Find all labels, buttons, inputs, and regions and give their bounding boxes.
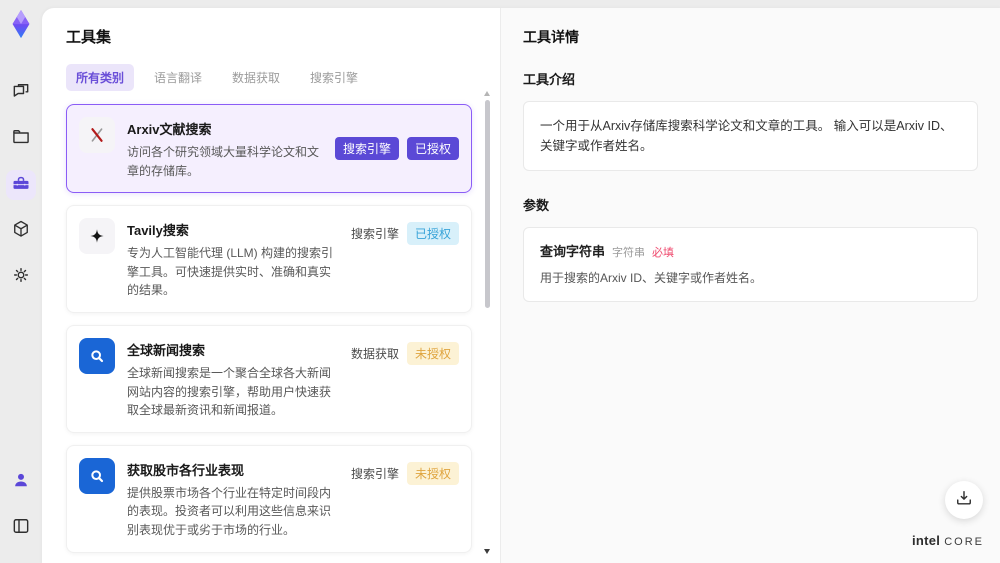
category-badge: 搜索引擎: [334, 137, 399, 161]
tool-description: 专为人工智能代理 (LLM) 构建的搜索引擎工具。可快速提供实时、准确和真实的结…: [127, 246, 334, 298]
arxiv-icon: [79, 117, 115, 153]
tool-name: 全球新闻搜索: [127, 342, 206, 358]
auth-status-badge: 未授权: [406, 461, 459, 485]
tool-name: Arxiv文献搜索: [127, 122, 212, 137]
category-tabs: 所有类别 语言翻译 数据获取 搜索引擎: [66, 64, 472, 91]
sidebar-item-settings[interactable]: [6, 262, 36, 292]
param-type: 字符串: [612, 247, 646, 259]
scrollbar-thumb[interactable]: [485, 100, 490, 308]
tool-name: 获取股市各行业表现: [127, 462, 245, 478]
download-button[interactable]: [945, 481, 983, 519]
intro-text: 一个用于从Arxiv存储库搜索科学论文和文章的工具。 输入可以是Arxiv ID…: [523, 101, 978, 171]
tab-data-fetch[interactable]: 数据获取: [222, 64, 290, 91]
auth-status-badge: 已授权: [406, 222, 459, 246]
chat-icon: [11, 81, 31, 106]
tool-card-global-news[interactable]: 全球新闻搜索 全球新闻搜索是一个聚合全球各大新闻网站内容的搜索引擎，帮助用户快速…: [66, 324, 472, 433]
category-label: 搜索引擎: [350, 227, 399, 242]
parameter-item: 查询字符串 字符串 必填 用于搜索的Arxiv ID、关键字或作者姓名。: [523, 227, 978, 302]
tool-list-panel: 工具集 所有类别 语言翻译 数据获取 搜索引擎 Arxiv文献搜索 访问各个研究…: [42, 8, 500, 563]
rail-bottom-group: [6, 459, 36, 551]
user-icon: [11, 470, 31, 495]
params-heading: 参数: [523, 198, 550, 213]
sidebar-item-files[interactable]: [6, 124, 36, 154]
tool-description: 访问各个研究领域大量科学论文和文章的存储库。: [127, 145, 320, 178]
sidebar-item-panel-toggle[interactable]: [6, 513, 36, 543]
tool-card-list: Arxiv文献搜索 访问各个研究领域大量科学论文和文章的存储库。 搜索引擎 已授…: [66, 104, 472, 563]
brand-core-text: core: [944, 536, 984, 548]
search-blue-icon: [79, 337, 115, 374]
toolbox-icon: [11, 173, 31, 198]
brand-intel-text: intel: [911, 533, 941, 548]
category-label: 数据获取: [350, 346, 399, 361]
download-icon: [954, 488, 974, 513]
intro-heading: 工具介绍: [523, 72, 576, 87]
app-window: 工具集 所有类别 语言翻译 数据获取 搜索引擎 Arxiv文献搜索 访问各个研究…: [0, 0, 1000, 563]
tool-detail-panel: 工具详情 工具介绍 一个用于从Arxiv存储库搜索科学论文和文章的工具。 输入可…: [500, 8, 1000, 563]
sidebar-item-tools[interactable]: [6, 170, 36, 200]
sidebar-item-packages[interactable]: [6, 216, 36, 246]
detail-title: 工具详情: [523, 29, 579, 45]
param-required-badge: 必填: [652, 247, 675, 259]
left-rail: [0, 0, 42, 563]
tab-search-engine[interactable]: 搜索引擎: [300, 64, 368, 91]
tab-language-translation[interactable]: 语言翻译: [144, 64, 212, 91]
app-logo-gem-icon: [6, 8, 36, 40]
panel-toggle-icon: [11, 516, 31, 541]
cube-icon: [11, 219, 31, 244]
list-scrollbar[interactable]: [484, 91, 490, 554]
sidebar-item-account[interactable]: [6, 467, 36, 497]
tool-card-sector-performance[interactable]: 获取股市各行业表现 提供股票市场各个行业在特定时间段内的表现。投资者可以利用这些…: [66, 444, 472, 553]
scroll-down-arrow-icon[interactable]: [484, 549, 490, 554]
intel-core-logo: intel core: [912, 533, 984, 548]
settings-gear-icon: [11, 265, 31, 290]
tool-card-arxiv[interactable]: Arxiv文献搜索 访问各个研究领域大量科学论文和文章的存储库。 搜索引擎 已授…: [66, 104, 472, 194]
page-title: 工具集: [66, 29, 112, 46]
tab-all-categories[interactable]: 所有类别: [66, 64, 135, 91]
category-label: 搜索引擎: [350, 466, 399, 481]
tool-name: Tavily搜索: [127, 223, 189, 239]
main-content: 工具集 所有类别 语言翻译 数据获取 搜索引擎 Arxiv文献搜索 访问各个研究…: [42, 8, 1000, 563]
param-description: 用于搜索的Arxiv ID、关键字或作者姓名。: [540, 271, 763, 285]
tool-description: 全球新闻搜索是一个聚合全球各大新闻网站内容的搜索引擎，帮助用户快速获取全球最新资…: [127, 365, 332, 418]
auth-status-badge: 未授权: [406, 341, 459, 365]
tool-description: 提供股票市场各个行业在特定时间段内的表现。投资者可以利用这些信息来识别表现优于或…: [127, 485, 332, 537]
folder-icon: [11, 127, 31, 152]
param-name: 查询字符串: [540, 244, 606, 259]
tool-card-tavily[interactable]: Tavily搜索 专为人工智能代理 (LLM) 构建的搜索引擎工具。可快速提供实…: [66, 205, 472, 313]
search-blue-icon: [79, 457, 115, 494]
auth-status-badge: 已授权: [406, 137, 459, 161]
sidebar-item-chat[interactable]: [6, 78, 36, 108]
scroll-up-arrow-icon[interactable]: [484, 91, 490, 96]
tavily-star-icon: [79, 218, 115, 255]
